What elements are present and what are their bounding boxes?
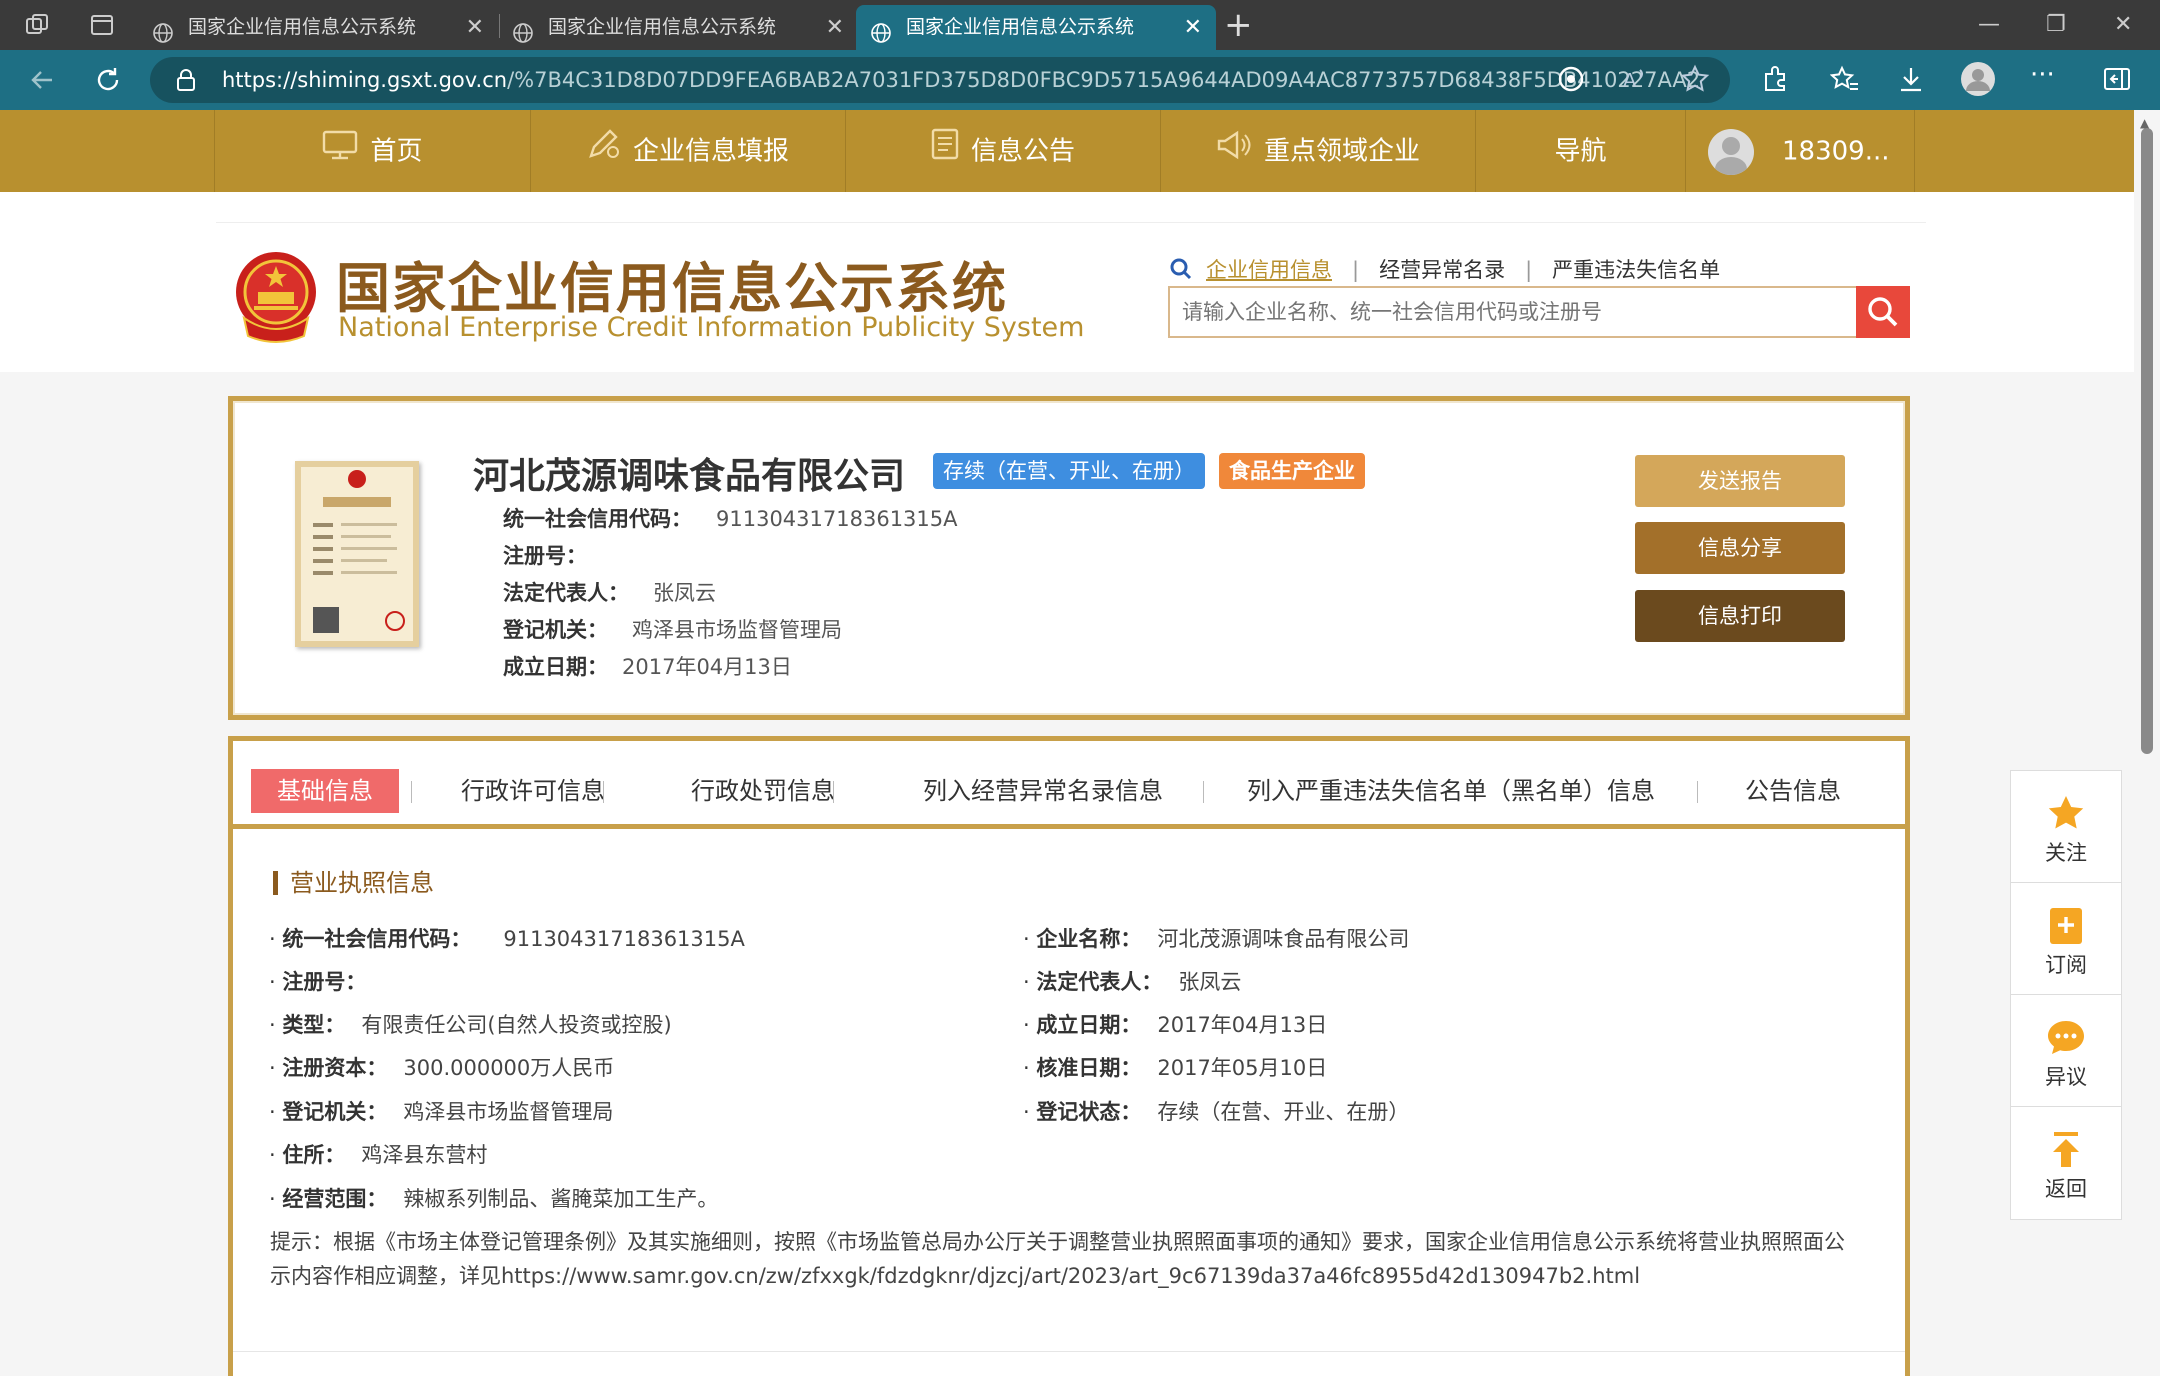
share-info-button[interactable]: 信息分享: [1635, 522, 1845, 574]
adjustment-notice: 提示：根据《市场主体登记管理条例》及其实施细则，按照《市场监管总局办公厅关于调整…: [270, 1230, 1845, 1288]
card-field-authority: 登记机关： 鸡泽县市场监督管理局: [503, 618, 842, 642]
scrollbar-thumb[interactable]: [2141, 128, 2153, 754]
favorite-star-icon[interactable]: [1680, 64, 1710, 98]
tab-admin-penalty[interactable]: 行政处罚信息: [691, 769, 835, 813]
tab-title: 国家企业信用信息公示系统: [906, 16, 1135, 38]
info-founded: · 成立日期： 2017年04月13日: [1023, 1013, 1328, 1037]
refresh-icon[interactable]: [92, 64, 124, 100]
extensions-icon[interactable]: [1760, 64, 1790, 98]
tab-title: 国家企业信用信息公示系统: [548, 16, 777, 38]
objection-button[interactable]: 异议: [2011, 995, 2121, 1107]
info-authority: · 登记机关： 鸡泽县市场监督管理局: [269, 1100, 614, 1124]
send-report-button[interactable]: 发送报告: [1635, 455, 1845, 507]
browser-tab-1[interactable]: 国家企业信用信息公示系统 ✕: [138, 5, 498, 50]
info-capital: · 注册资本： 300.000000万人民币: [269, 1056, 615, 1080]
nav-guide[interactable]: 导航: [1475, 110, 1685, 192]
search-button[interactable]: [1856, 286, 1910, 338]
company-name: 河北茂源调味食品有限公司: [473, 456, 906, 497]
info-legal-rep: · 法定代表人： 张凤云: [1023, 970, 1242, 994]
back-to-top-button[interactable]: 返回: [2011, 1107, 2121, 1219]
info-company-name: · 企业名称： 河北茂源调味食品有限公司: [1023, 927, 1410, 951]
tab-abnormal-list[interactable]: 列入经营异常名录信息: [923, 769, 1163, 813]
site-header: 国家企业信用信息公示系统 National Enterprise Credit …: [0, 192, 2134, 372]
profile-icon[interactable]: [1960, 61, 1996, 101]
back-arrow-icon[interactable]: [26, 64, 58, 100]
logo-title-en: National Enterprise Credit Information P…: [338, 312, 1085, 343]
megaphone-icon: [1216, 111, 1252, 193]
lock-icon[interactable]: [176, 68, 196, 96]
url-field[interactable]: https://shiming.gsxt.gov.cn/%7B4C31D8D07…: [150, 57, 1730, 103]
read-aloud-icon[interactable]: A: [1620, 64, 1650, 98]
search-input[interactable]: [1170, 288, 1856, 336]
card-field-credit-code: 统一社会信用代码： 91130431718361315A: [503, 507, 958, 531]
tab-basic-info[interactable]: 基础信息: [251, 769, 399, 813]
section-title: 营业执照信息: [273, 871, 434, 895]
browser-tab-3-active[interactable]: 国家企业信用信息公示系统 ✕: [856, 5, 1216, 50]
nav-home[interactable]: 首页: [214, 110, 530, 192]
details-panel: 基础信息 行政许可信息 行政处罚信息 列入经营异常名录信息 列入严重违法失信名单…: [228, 736, 1910, 1376]
info-reg-no: · 注册号：: [269, 970, 367, 994]
info-approved: · 核准日期： 2017年05月10日: [1023, 1056, 1328, 1080]
card-field-legal-rep: 法定代表人： 张凤云: [503, 581, 716, 605]
info-type: · 类型： 有限责任公司(自然人投资或控股): [269, 1013, 672, 1037]
print-info-button[interactable]: 信息打印: [1635, 590, 1845, 642]
tab-blacklist[interactable]: 列入严重违法失信名单（黑名单）信息: [1247, 769, 1655, 813]
info-address: · 住所： 鸡泽县东营村: [269, 1143, 488, 1167]
more-menu-icon[interactable]: ···: [2030, 60, 2055, 90]
card-field-reg-no: 注册号：: [503, 544, 587, 568]
avatar: [1708, 128, 1754, 175]
national-emblem-icon: [230, 248, 322, 348]
nav-key-sector[interactable]: 重点领域企业: [1160, 110, 1475, 192]
edit-icon: [587, 111, 621, 193]
company-summary-card: 河北茂源调味食品有限公司 存续（在营、开业、在册） 食品生产企业 统一社会信用代…: [228, 396, 1910, 720]
tab-title: 国家企业信用信息公示系统: [188, 16, 417, 38]
search-link-abnormal-list[interactable]: 经营异常名录: [1379, 258, 1505, 282]
favorites-icon[interactable]: [1829, 64, 1860, 98]
close-icon[interactable]: ✕: [826, 5, 844, 50]
status-badge: 存续（在营、开业、在册）: [933, 453, 1205, 489]
tab-announcements[interactable]: 公告信息: [1745, 769, 1841, 813]
browser-address-bar: https://shiming.gsxt.gov.cn/%7B4C31D8D07…: [0, 50, 2160, 110]
nav-user[interactable]: 18309...: [1685, 110, 1915, 192]
info-tabs: 基础信息 行政许可信息 行政处罚信息 列入经营异常名录信息 列入严重违法失信名单…: [233, 741, 1905, 829]
close-icon[interactable]: ✕: [466, 5, 484, 50]
search-icon: [1867, 296, 1899, 332]
info-reg-status: · 登记状态： 存续（在营、开业、在册）: [1023, 1100, 1410, 1124]
search-category-links: 企业信用信息 | 经营异常名录 | 严重违法失信名单: [1170, 254, 1720, 285]
card-field-founded: 成立日期： 2017年04月13日: [503, 655, 792, 679]
follow-button[interactable]: 关注: [2011, 771, 2121, 883]
business-license-thumbnail[interactable]: [295, 461, 419, 647]
nav-enterprise-report[interactable]: 企业信息填报: [530, 110, 845, 192]
search-link-blacklist[interactable]: 严重违法失信名单: [1552, 258, 1720, 282]
browser-tab-bar: 国家企业信用信息公示系统 ✕ 国家企业信用信息公示系统 ✕ 国家企业信用信息公示…: [0, 0, 2160, 50]
restore-icon[interactable]: ❐: [2046, 0, 2066, 50]
workspaces-icon[interactable]: [24, 11, 52, 39]
edge-reading-icon[interactable]: [1556, 64, 1586, 98]
site-nav-bar: 首页 企业信息填报 信息公告 重点领域企业 导航 18309...: [0, 110, 2160, 192]
minimize-icon[interactable]: —: [1978, 0, 2000, 50]
search-box: [1168, 286, 1856, 338]
close-icon[interactable]: ✕: [1184, 5, 1202, 50]
tab-actions-icon[interactable]: [88, 11, 116, 39]
tab-admin-license[interactable]: 行政许可信息: [461, 769, 605, 813]
download-icon[interactable]: [1896, 64, 1926, 98]
new-tab-button[interactable]: +: [1224, 0, 1253, 50]
info-credit-code: · 统一社会信用代码： 91130431718361315A: [269, 927, 745, 951]
svg-text:A: A: [1623, 70, 1637, 92]
monitor-icon: [322, 111, 358, 193]
window-close-icon[interactable]: ✕: [2114, 0, 2132, 50]
info-business-scope: · 经营范围： 辣椒系列制品、酱腌菜加工生产。: [269, 1187, 719, 1211]
document-icon: [931, 111, 959, 193]
search-icon: [1170, 258, 1192, 285]
floating-action-bar: 关注 订阅 异议 返回: [2010, 770, 2122, 1220]
subscribe-button[interactable]: 订阅: [2011, 883, 2121, 995]
enterprise-type-badge: 食品生产企业: [1219, 453, 1365, 489]
browser-tab-2[interactable]: 国家企业信用信息公示系统 ✕: [498, 5, 858, 50]
search-link-credit-info[interactable]: 企业信用信息: [1206, 258, 1332, 282]
nav-announcements[interactable]: 信息公告: [845, 110, 1160, 192]
url-path: /%7B4C31D8D07DD9FEA6BAB2A7031FD375D8D0FB…: [507, 68, 1702, 92]
sidebar-toggle-icon[interactable]: [2102, 64, 2132, 98]
url-domain: https://shiming.gsxt.gov.cn: [222, 68, 508, 92]
